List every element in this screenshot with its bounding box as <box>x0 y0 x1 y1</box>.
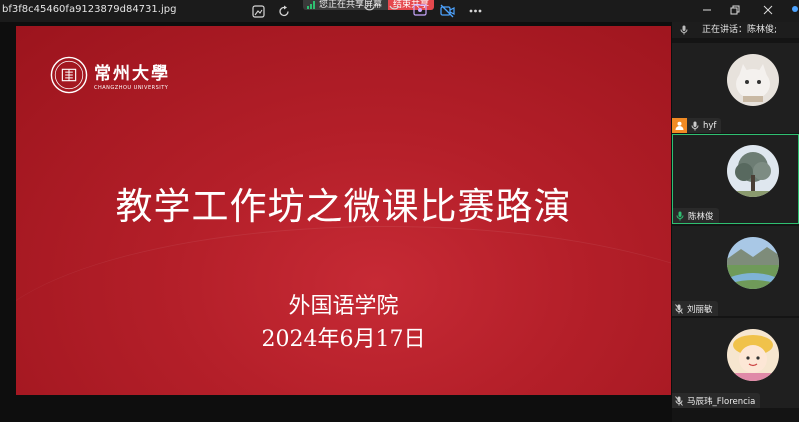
participant-tile[interactable]: 陈林俊 <box>672 134 799 224</box>
monitor-icon[interactable] <box>361 3 377 19</box>
people-icon[interactable] <box>386 3 402 19</box>
restore-icon[interactable] <box>728 3 742 17</box>
participant-name-tag: 陈林俊 <box>673 208 719 223</box>
mic-icon <box>674 395 684 406</box>
participant-tile[interactable]: 马辰玮_Florencia <box>672 318 799 408</box>
participant-tile[interactable]: 刘丽敏 <box>672 226 799 316</box>
people-icon[interactable] <box>412 3 428 19</box>
slide-organization: 外国语学院 <box>288 294 399 319</box>
participant-name: 陈林俊 <box>688 211 714 222</box>
avatar <box>727 329 779 381</box>
signal-bars-icon <box>307 1 316 12</box>
speaking-indicator: 正在讲话：陈林俊; <box>672 22 799 38</box>
mic-icon <box>690 120 700 131</box>
slide-date: 2024年6月17日 <box>261 327 426 352</box>
image-icon[interactable] <box>250 3 266 19</box>
mic-icon <box>675 210 685 221</box>
university-logo: 常州大學 CHANGZHOU UNIVERSITY <box>50 56 170 94</box>
avatar <box>727 54 779 106</box>
no-video-icon[interactable] <box>439 3 455 19</box>
participant-name: 刘丽敏 <box>687 304 713 315</box>
avatar <box>727 145 779 197</box>
participant-name-tag: hyf <box>672 118 722 133</box>
mic-icon <box>680 25 688 38</box>
speaking-text: 正在讲话：陈林俊; <box>702 25 778 35</box>
title-bar: bf3f8c45460fa9123879d84731.jpg 您正在共享屏幕 结… <box>0 0 799 22</box>
logo-chinese-name: 常州大學 <box>94 64 170 84</box>
participant-name: hyf <box>703 120 717 131</box>
participant-tile[interactable]: hyf <box>672 43 799 133</box>
shared-screen: 常州大學 CHANGZHOU UNIVERSITY 教学工作坊之微课比赛路演 外… <box>0 22 672 422</box>
presentation-slide: 常州大學 CHANGZHOU UNIVERSITY 教学工作坊之微课比赛路演 外… <box>16 26 671 395</box>
participant-name-tag: 刘丽敏 <box>672 301 718 316</box>
logo-english-name: CHANGZHOU UNIVERSITY <box>94 85 169 91</box>
close-icon[interactable] <box>761 3 775 17</box>
redo-icon[interactable] <box>276 3 292 19</box>
notification-dot <box>792 6 798 12</box>
avatar <box>727 237 779 289</box>
slide-title: 教学工作坊之微课比赛路演 <box>115 185 572 228</box>
more-icon[interactable] <box>467 3 483 19</box>
host-icon <box>672 118 687 133</box>
participant-name: 马辰玮_Florencia <box>687 396 756 407</box>
participant-panel: 正在讲话：陈林俊; hyf 陈林俊 刘丽敏 马辰玮_Florencia <box>672 22 799 422</box>
university-seal-icon <box>50 56 88 94</box>
participant-name-tag: 马辰玮_Florencia <box>672 393 761 408</box>
minimize-icon[interactable] <box>700 3 714 17</box>
window-filename: bf3f8c45460fa9123879d84731.jpg <box>2 4 177 15</box>
mic-icon <box>674 303 684 314</box>
